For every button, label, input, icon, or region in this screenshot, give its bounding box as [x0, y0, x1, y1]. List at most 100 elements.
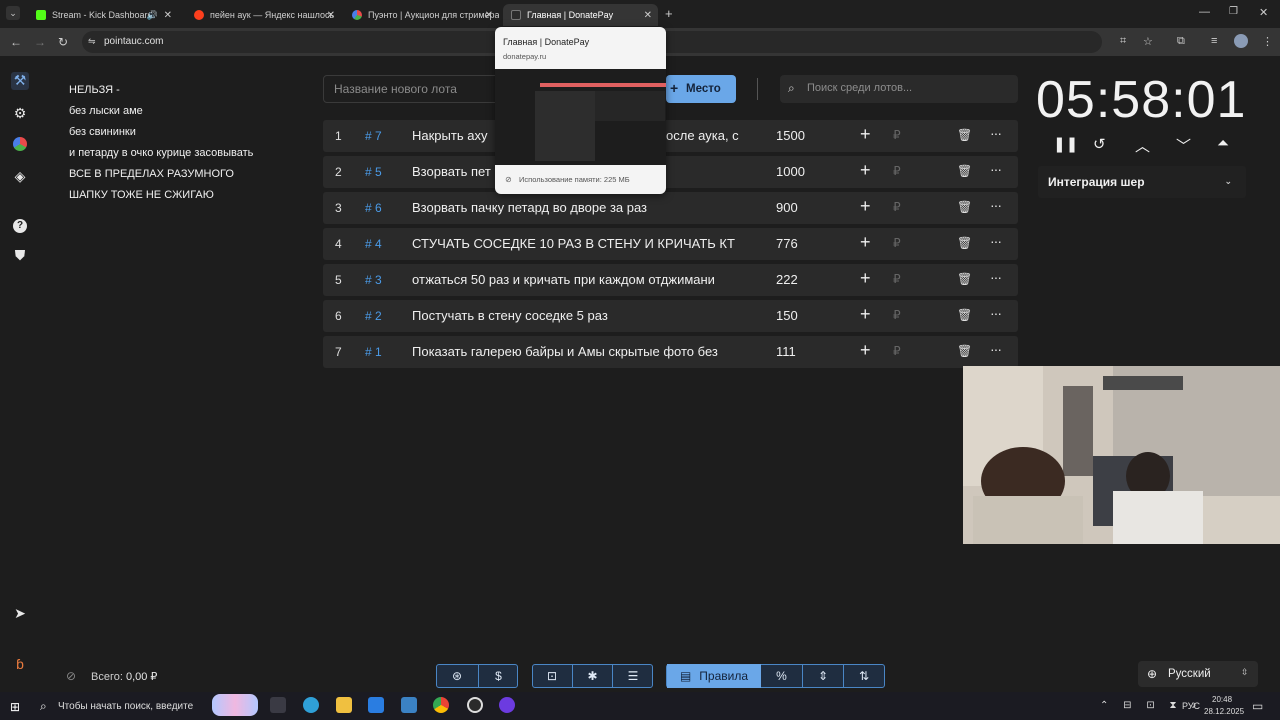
language-select[interactable]: ⊕ Русский ⇳ — [1138, 661, 1258, 687]
tray-time[interactable]: 20:48 — [1212, 695, 1232, 704]
taskbar-search-icon[interactable]: ⌕ — [40, 699, 47, 714]
add-amount-button[interactable]: + — [860, 340, 871, 361]
lot-number[interactable]: # 5 — [365, 165, 382, 179]
chevron-down-icon[interactable]: ﹀ — [1176, 135, 1191, 156]
store-icon[interactable] — [368, 697, 384, 713]
tab-search-button[interactable]: ⌄ — [6, 6, 20, 20]
help-icon[interactable]: ? — [11, 215, 29, 233]
reload-button[interactable]: ↻ — [58, 35, 68, 49]
trash-icon[interactable]: 🗑 — [957, 344, 972, 358]
site-info-icon[interactable]: ⇋ — [88, 36, 96, 47]
minimize-button[interactable]: — — [1199, 6, 1210, 18]
task-view-icon[interactable] — [270, 697, 286, 713]
lot-number[interactable]: # 1 — [365, 345, 382, 359]
lot-amount[interactable]: 1000 — [776, 164, 805, 179]
more-options-button[interactable]: ··· — [990, 197, 1002, 213]
lot-amount[interactable]: 776 — [776, 236, 798, 251]
lot-number[interactable]: # 3 — [365, 273, 382, 287]
playlist-icon[interactable]: ≡ — [1211, 35, 1217, 47]
lot-name[interactable]: Показать галерею байры и Амы скрытые фот… — [412, 344, 746, 359]
trash-icon[interactable]: 🗑 — [957, 308, 972, 322]
rules-button[interactable]: ▤ Правила — [667, 664, 761, 688]
lot-search-input[interactable]: ⌕ Поиск среди лотов... — [780, 75, 1018, 103]
lot-name[interactable]: СТУЧАТЬ СОСЕДКЕ 10 РАЗ В СТЕНУ И КРИЧАТЬ… — [412, 236, 746, 251]
obs-icon[interactable] — [467, 697, 483, 713]
close-window-button[interactable]: ✕ — [1259, 6, 1268, 19]
edge-icon[interactable] — [303, 697, 319, 713]
tab-pointauc[interactable]: Пуэнто | Аукцион для стримера ✕ — [344, 4, 499, 26]
more-options-button[interactable]: ··· — [990, 233, 1002, 249]
explorer-icon[interactable] — [336, 697, 352, 713]
trash-icon[interactable]: 🗑 — [957, 236, 972, 250]
close-icon[interactable]: ✕ — [485, 10, 493, 21]
more-options-button[interactable]: ··· — [990, 341, 1002, 357]
pause-icon[interactable]: ❚❚ — [1053, 135, 1078, 153]
back-button[interactable]: ← — [10, 35, 22, 49]
lot-amount[interactable]: 111 — [776, 344, 796, 359]
double-chevron-up-icon[interactable]: ⏶ — [1217, 135, 1229, 152]
clear-list-icon[interactable]: ☰ — [612, 664, 653, 688]
close-icon[interactable]: ✕ — [644, 10, 652, 21]
lot-amount[interactable]: 150 — [776, 308, 798, 323]
tab-donatepay[interactable]: Главная | DonatePay ✕ — [503, 4, 658, 26]
close-icon[interactable]: ✕ — [164, 10, 172, 21]
layers-icon[interactable]: ◈ — [11, 168, 29, 186]
more-options-button[interactable]: ··· — [990, 125, 1002, 141]
notification-icon[interactable]: ▭ — [1252, 699, 1263, 713]
add-amount-button[interactable]: + — [860, 196, 871, 217]
taskbar-search-input[interactable]: Чтобы начать поиск, введите — [58, 701, 193, 712]
tray-language[interactable]: РУС — [1182, 701, 1200, 711]
tab-yandex[interactable]: пейен аук — Яндекс нашлось ✕ — [186, 4, 341, 26]
tab-kick[interactable]: Stream - Kick Dashboard 🔊 ✕ — [28, 4, 178, 26]
shield-icon[interactable]: ⛊ — [11, 247, 29, 265]
place-button[interactable]: + Место — [666, 75, 736, 103]
telegram-icon[interactable]: ➤ — [11, 605, 29, 623]
new-lot-input[interactable]: Название нового лота — [323, 75, 503, 103]
new-tab-button[interactable]: + — [665, 6, 673, 21]
forward-button[interactable]: → — [34, 35, 46, 49]
lot-number[interactable]: # 6 — [365, 201, 382, 215]
more-options-button[interactable]: ··· — [990, 161, 1002, 177]
reset-icon[interactable]: ↺ — [1093, 135, 1106, 153]
dollar-icon[interactable]: $ — [478, 664, 518, 688]
lot-amount[interactable]: 222 — [776, 272, 798, 287]
trash-icon[interactable]: 🗑 — [957, 272, 972, 286]
translate-icon[interactable]: ⌗ — [1120, 35, 1126, 48]
lot-name[interactable]: отжаться 50 раз и кричать при каждом отд… — [412, 272, 746, 287]
trash-icon[interactable]: 🗑 — [957, 164, 972, 178]
tray-date[interactable]: 28.12.2025 — [1204, 707, 1244, 716]
bookmark-star-icon[interactable]: ☆ — [1143, 35, 1153, 48]
more-options-button[interactable]: ··· — [990, 269, 1002, 285]
percent-icon[interactable]: % — [761, 664, 802, 688]
donate-icon[interactable]: ɓ — [11, 656, 29, 674]
add-amount-button[interactable]: + — [860, 232, 871, 253]
mail-icon[interactable] — [401, 697, 417, 713]
trash-icon[interactable]: 🗑 — [957, 200, 972, 214]
profile-avatar[interactable] — [1234, 34, 1248, 48]
chevron-up-icon[interactable]: ︿ — [1135, 135, 1150, 156]
auction-gavel-icon[interactable]: ⚒ — [11, 72, 29, 90]
wheel-icon[interactable] — [11, 137, 29, 155]
sort-icon[interactable]: ⇅ — [843, 664, 884, 688]
lot-number[interactable]: # 7 — [365, 129, 382, 143]
lot-amount[interactable]: 1500 — [776, 128, 805, 143]
add-amount-button[interactable]: + — [860, 268, 871, 289]
lot-name[interactable]: Постучать в стену соседке 5 раз — [412, 308, 746, 323]
trash-icon[interactable]: 🗑 — [957, 128, 972, 142]
add-amount-button[interactable]: + — [860, 160, 871, 181]
lot-number[interactable]: # 4 — [365, 237, 382, 251]
hide-eye-icon[interactable]: ⊘ — [66, 669, 76, 683]
close-icon[interactable]: ✕ — [327, 10, 335, 21]
menu-icon[interactable]: ⋮ — [1262, 35, 1273, 48]
collapse-icon[interactable]: ⇕ — [802, 664, 843, 688]
add-amount-button[interactable]: + — [860, 304, 871, 325]
github-icon[interactable]: ⊛ — [437, 664, 477, 688]
lot-number[interactable]: # 2 — [365, 309, 382, 323]
integration-dropdown[interactable]: Интеграция шер ⌄ — [1038, 166, 1246, 198]
bug-icon[interactable]: ✱ — [572, 664, 612, 688]
save-icon[interactable]: ⊡ — [532, 664, 572, 688]
extensions-icon[interactable]: ⧉ — [1177, 35, 1185, 48]
more-options-button[interactable]: ··· — [990, 305, 1002, 321]
app-icon[interactable] — [499, 697, 515, 713]
lot-name[interactable]: Взорвать пачку петард во дворе за раз — [412, 200, 746, 215]
